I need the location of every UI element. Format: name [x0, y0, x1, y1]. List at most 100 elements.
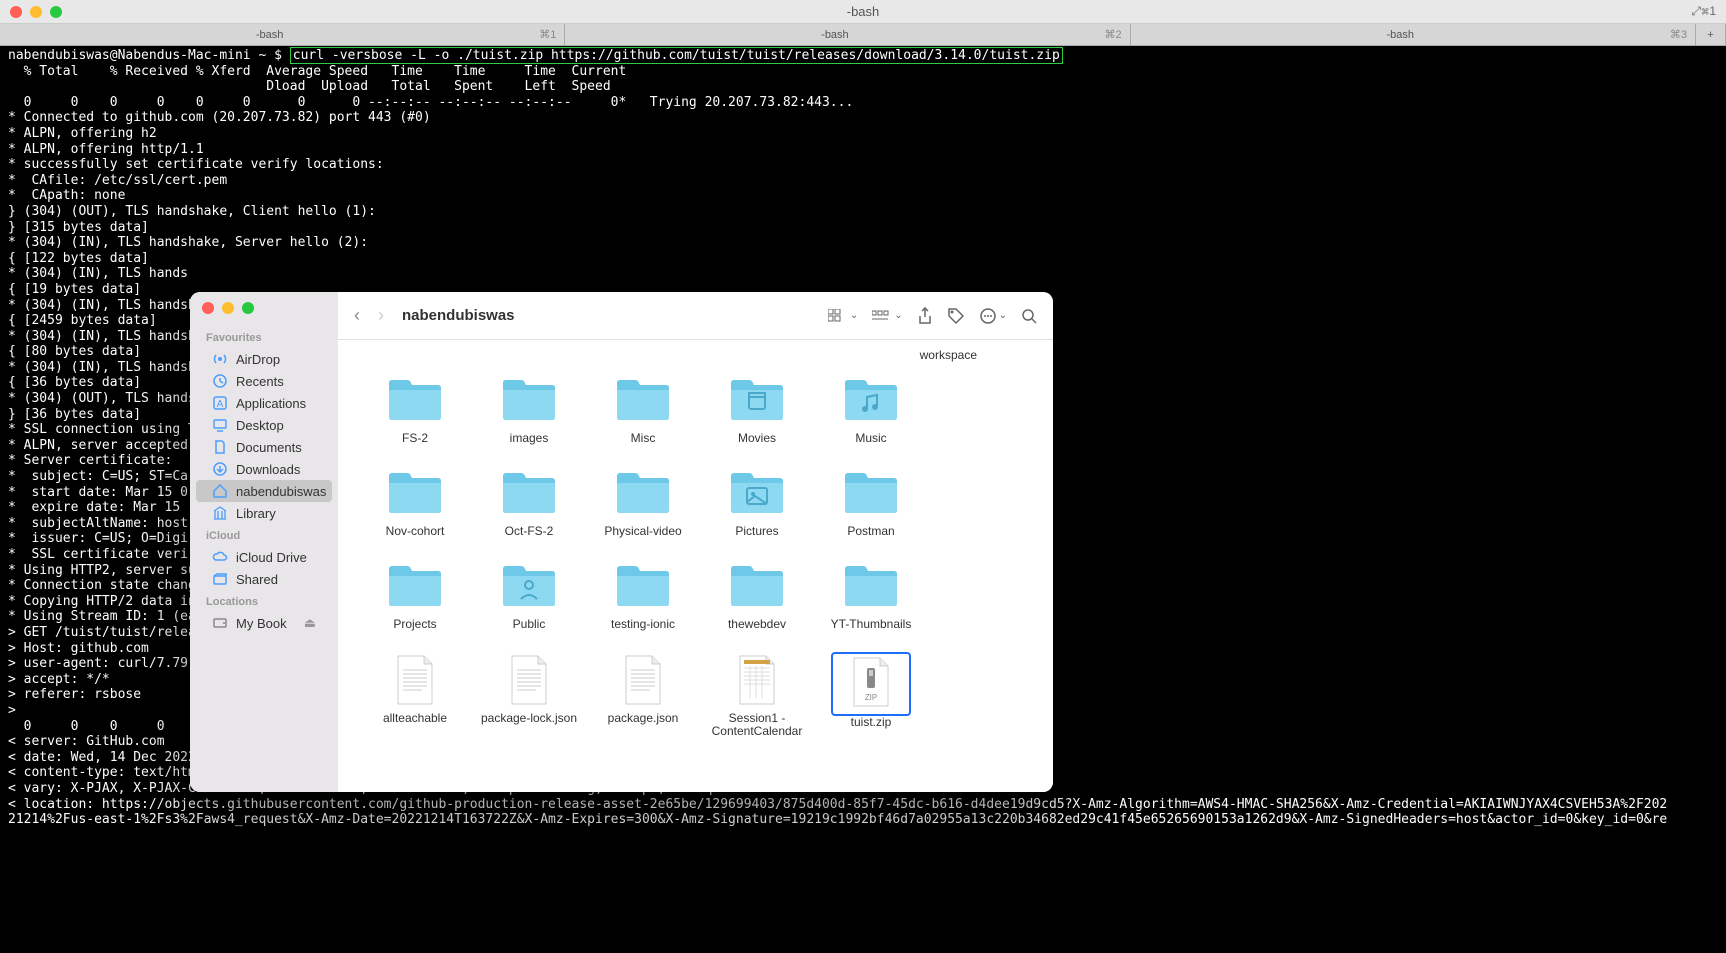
new-tab-button[interactable]: +: [1696, 24, 1726, 45]
folder-public-icon: [497, 560, 561, 612]
folder-icon: [839, 560, 903, 612]
sidebar-item-my-book[interactable]: My Book ⏏: [196, 612, 332, 634]
sidebar-item-icloud-drive[interactable]: iCloud Drive: [196, 546, 332, 568]
file-label: Misc: [629, 432, 658, 445]
file-item-projects[interactable]: Projects: [360, 558, 470, 631]
folder-icon: [839, 467, 903, 519]
sidebar-item-shared[interactable]: Shared: [196, 568, 332, 590]
sidebar-item-downloads[interactable]: Downloads: [196, 458, 332, 480]
close-button[interactable]: [10, 6, 22, 18]
finder-title: nabendubiswas: [402, 307, 515, 324]
zoom-button[interactable]: [50, 6, 62, 18]
terminal-tab-3[interactable]: -bash ⌘3: [1131, 24, 1696, 45]
sidebar-item-library[interactable]: Library: [196, 502, 332, 524]
workspace-caption: workspace: [358, 348, 1033, 368]
file-label: Public: [511, 618, 548, 631]
sidebar-item-label: nabendubiswas: [236, 484, 326, 499]
sidebar-item-label: Downloads: [236, 462, 300, 477]
doc-grid-icon: [725, 654, 789, 706]
finder-main: ‹ › nabendubiswas ⌄ ⌄ ⌄: [338, 292, 1053, 792]
file-label: Movies: [736, 432, 778, 445]
sidebar-item-nabendubiswas[interactable]: nabendubiswas: [196, 480, 332, 502]
disk-icon: [212, 615, 228, 631]
file-item-tuist-zip[interactable]: ZIPtuist.zip: [816, 652, 926, 738]
doc-icon: [383, 654, 447, 706]
icloud-icon: [212, 549, 228, 565]
file-item-package-lock-json[interactable]: package-lock.json: [474, 652, 584, 738]
file-label: Pictures: [733, 525, 780, 538]
sidebar-item-airdrop[interactable]: AirDrop: [196, 348, 332, 370]
file-item-public[interactable]: Public: [474, 558, 584, 631]
file-label: thewebdev: [726, 618, 788, 631]
sidebar-item-label: Applications: [236, 396, 306, 411]
sidebar-item-recents[interactable]: Recents: [196, 370, 332, 392]
finder-close-button[interactable]: [202, 302, 214, 314]
file-label: package-lock.json: [479, 712, 579, 725]
file-label: testing-ionic: [609, 618, 677, 631]
window-title: -bash: [847, 4, 880, 19]
file-item-postman[interactable]: Postman: [816, 465, 926, 538]
window-titlebar: -bash ⤢⌘1: [0, 0, 1726, 24]
folder-icon: [611, 467, 675, 519]
file-item-misc[interactable]: Misc: [588, 372, 698, 445]
finder-toolbar: ‹ › nabendubiswas ⌄ ⌄ ⌄: [338, 292, 1053, 340]
terminal-tab-1[interactable]: -bash ⌘1: [0, 24, 565, 45]
file-item-package-json[interactable]: package.json: [588, 652, 698, 738]
file-item-movies[interactable]: Movies: [702, 372, 812, 445]
file-item-physical-video[interactable]: Physical-video: [588, 465, 698, 538]
sidebar-item-label: Shared: [236, 572, 278, 587]
finder-minimize-button[interactable]: [222, 302, 234, 314]
file-item-pictures[interactable]: Pictures: [702, 465, 812, 538]
sidebar-item-label: Recents: [236, 374, 284, 389]
svg-text:ZIP: ZIP: [865, 693, 877, 702]
share-button[interactable]: [917, 307, 933, 325]
file-label: allteachable: [381, 712, 449, 725]
sidebar-item-applications[interactable]: A Applications: [196, 392, 332, 414]
file-label: Oct-FS-2: [503, 525, 556, 538]
search-button[interactable]: [1021, 308, 1037, 324]
favourites-header: Favourites: [190, 326, 338, 348]
applications-icon: A: [212, 395, 228, 411]
folder-music-icon: [839, 374, 903, 426]
sidebar-item-desktop[interactable]: Desktop: [196, 414, 332, 436]
downloads-icon: [212, 461, 228, 477]
file-item-testing-ionic[interactable]: testing-ionic: [588, 558, 698, 631]
folder-movies-icon: [725, 374, 789, 426]
recents-icon: [212, 373, 228, 389]
sidebar-item-label: My Book: [236, 616, 287, 631]
minimize-button[interactable]: [30, 6, 42, 18]
locations-header: Locations: [190, 590, 338, 612]
finder-sidebar: Favourites AirDrop Recents A Applications De…: [190, 292, 338, 792]
doc-icon: [611, 654, 675, 706]
file-label: Nov-cohort: [384, 525, 447, 538]
fullscreen-hint[interactable]: ⤢⌘1: [1691, 4, 1716, 19]
finder-content[interactable]: workspace FS-2 images Misc Movies Music Nov-c…: [338, 340, 1053, 792]
file-label: images: [508, 432, 551, 445]
file-item-images[interactable]: images: [474, 372, 584, 445]
desktop-icon: [212, 417, 228, 433]
file-item-music[interactable]: Music: [816, 372, 926, 445]
file-item-oct-fs-2[interactable]: Oct-FS-2: [474, 465, 584, 538]
sidebar-item-label: Library: [236, 506, 276, 521]
sidebar-item-documents[interactable]: Documents: [196, 436, 332, 458]
file-label: Music: [853, 432, 888, 445]
terminal-tab-2[interactable]: -bash ⌘2: [565, 24, 1130, 45]
forward-button[interactable]: ›: [378, 305, 384, 326]
terminal-tabbar: -bash ⌘1 -bash ⌘2 -bash ⌘3 +: [0, 24, 1726, 46]
back-button[interactable]: ‹: [354, 305, 360, 326]
file-item-fs-2[interactable]: FS-2: [360, 372, 470, 445]
tags-button[interactable]: [947, 307, 965, 325]
file-item-yt-thumbnails[interactable]: YT-Thumbnails: [816, 558, 926, 631]
file-item-session1---contentcalendar[interactable]: Session1 - ContentCalendar: [702, 652, 812, 738]
library-icon: [212, 505, 228, 521]
home-icon: [212, 483, 228, 499]
action-button[interactable]: ⌄: [979, 307, 1007, 325]
finder-zoom-button[interactable]: [242, 302, 254, 314]
file-item-allteachable[interactable]: allteachable: [360, 652, 470, 738]
file-item-nov-cohort[interactable]: Nov-cohort: [360, 465, 470, 538]
file-item-thewebdev[interactable]: thewebdev: [702, 558, 812, 631]
terminal-prompt: nabendubiswas@Nabendus-Mac-mini ~ $: [8, 48, 290, 63]
group-button[interactable]: ⌄: [872, 309, 902, 323]
view-icons-button[interactable]: ⌄: [828, 309, 858, 323]
eject-icon[interactable]: ⏏: [304, 615, 316, 631]
